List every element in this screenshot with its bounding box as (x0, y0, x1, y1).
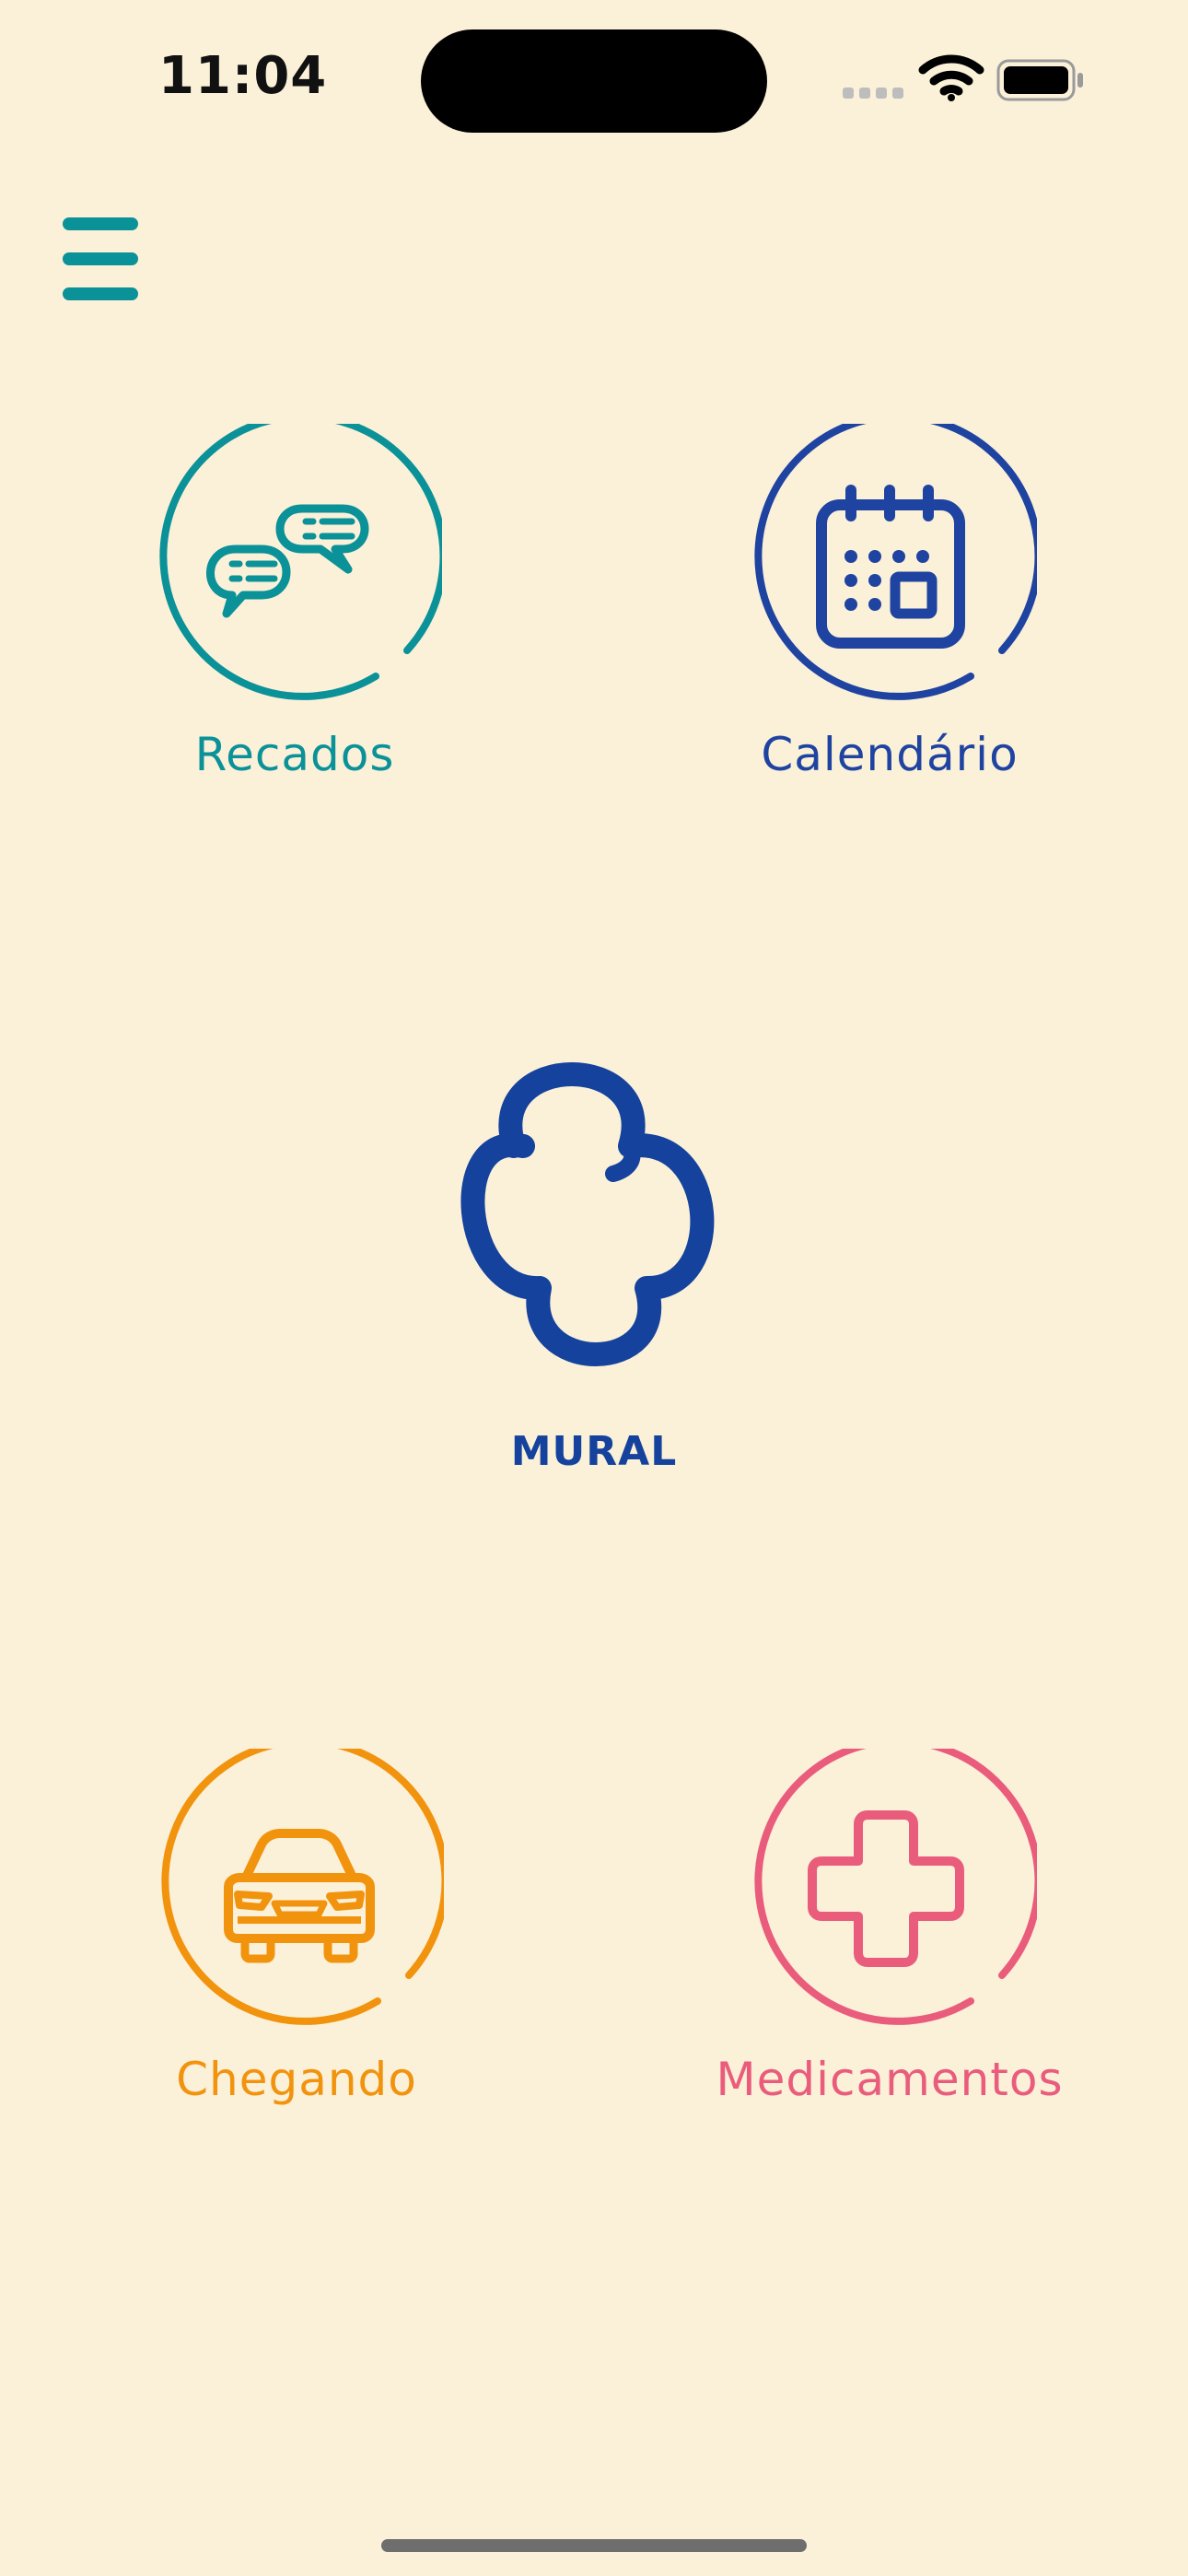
recados-tile[interactable]: Recados (147, 412, 448, 792)
calendario-tile[interactable]: Calendário (742, 412, 1042, 792)
calendar-icon (754, 412, 1042, 700)
battery-icon (996, 59, 1083, 101)
car-icon (161, 1737, 449, 2025)
chegando-tile[interactable]: Chegando (149, 1737, 449, 2117)
dynamic-island (421, 29, 767, 133)
chegando-label: Chegando (176, 2053, 417, 2106)
recados-label: Recados (194, 728, 395, 781)
hamburger-menu-button[interactable] (63, 217, 140, 302)
wifi-icon (918, 54, 984, 101)
calendario-label: Calendário (761, 728, 1019, 781)
chat-bubbles-icon (159, 412, 448, 700)
status-time: 11:04 (158, 46, 328, 106)
medical-cross-icon (754, 1737, 1042, 2025)
mural-label: MURAL (510, 1428, 678, 1475)
clover-logo-icon (460, 1062, 715, 1366)
medicamentos-label: Medicamentos (716, 2053, 1064, 2106)
hamburger-menu-icon (63, 217, 138, 230)
medicamentos-tile[interactable]: Medicamentos (716, 1737, 1063, 2117)
cellular-signal-icon (843, 85, 909, 102)
mural-tile[interactable]: MURAL (396, 1023, 792, 1483)
home-indicator[interactable] (381, 2539, 807, 2552)
